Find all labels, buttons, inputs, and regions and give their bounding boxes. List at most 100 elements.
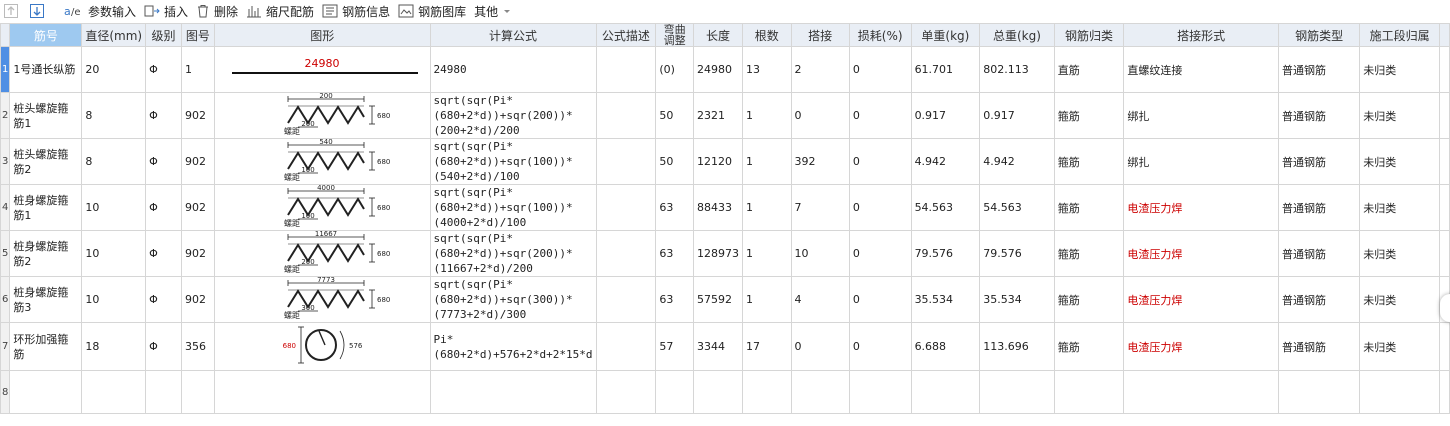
cell-empty[interactable]: [213, 370, 431, 414]
cell-lap-type[interactable]: 直螺纹连接: [1123, 46, 1279, 93]
cell-formula-desc[interactable]: [595, 92, 657, 139]
cell-rebar-type[interactable]: 普通钢筋: [1277, 184, 1361, 231]
cell-lap-type[interactable]: 绑扎: [1123, 138, 1279, 185]
cell-grade[interactable]: Φ: [145, 138, 182, 185]
cell-formula-desc[interactable]: [595, 46, 657, 93]
cell-lap[interactable]: 392: [790, 138, 850, 185]
cell-bend-adjust[interactable]: 50: [655, 92, 694, 139]
cell-diameter[interactable]: 10: [81, 184, 147, 231]
cell-figure-no[interactable]: 1: [180, 46, 215, 93]
cell-count[interactable]: 1: [741, 138, 792, 185]
col-header-grade[interactable]: 级别: [145, 23, 182, 47]
row-number[interactable]: 6: [0, 276, 11, 323]
cell-length[interactable]: 24980: [692, 46, 743, 93]
cell-category[interactable]: 箍筋: [1053, 276, 1125, 323]
cell-unit-weight[interactable]: 4.942: [910, 138, 981, 185]
cell-figure-no[interactable]: 902: [180, 92, 215, 139]
row-number[interactable]: 8: [0, 370, 11, 414]
cell-stage[interactable]: 未归类: [1359, 276, 1440, 323]
col-header-count[interactable]: 根数: [741, 23, 792, 47]
cell-empty[interactable]: [1359, 370, 1440, 414]
param-input-button[interactable]: a/e 参数输入: [60, 0, 140, 22]
cell-rebar-type[interactable]: 普通钢筋: [1277, 46, 1361, 93]
cell-loss[interactable]: 0: [848, 230, 912, 277]
delete-button[interactable]: 删除: [192, 0, 242, 22]
cell-bend-adjust[interactable]: 57: [655, 322, 694, 371]
cell-count[interactable]: 1: [741, 184, 792, 231]
cell-unit-weight[interactable]: 6.688: [910, 322, 981, 371]
row-number[interactable]: 5: [0, 230, 11, 277]
cell-diameter[interactable]: 10: [81, 230, 147, 277]
cell-bend-adjust[interactable]: 63: [655, 230, 694, 277]
cell-rebar-type[interactable]: 普通钢筋: [1277, 138, 1361, 185]
cell-formula[interactable]: sqrt(sqr(Pi*(680+2*d))+sqr(100))*(4000+2…: [429, 184, 597, 231]
col-header-loss[interactable]: 损耗(%): [848, 23, 912, 47]
cell-formula-desc[interactable]: [595, 138, 657, 185]
cell-count[interactable]: 1: [741, 92, 792, 139]
cell-loss[interactable]: 0: [848, 184, 912, 231]
cell-diameter[interactable]: 8: [81, 138, 147, 185]
cell-total-weight[interactable]: 113.696: [979, 322, 1055, 371]
cell-bar-name[interactable]: 桩身螺旋箍筋1: [9, 184, 83, 231]
cell-stage[interactable]: 未归类: [1359, 92, 1440, 139]
col-header-figure-no[interactable]: 图号: [180, 23, 215, 47]
cell-unit-weight[interactable]: 0.917: [910, 92, 981, 139]
cell-total-weight[interactable]: 35.534: [979, 276, 1055, 323]
cell-stage[interactable]: 未归类: [1359, 138, 1440, 185]
col-header-length[interactable]: 长度: [692, 23, 743, 47]
cell-length[interactable]: 12120: [692, 138, 743, 185]
cell-diameter[interactable]: 20: [81, 46, 147, 93]
cell-lap-type[interactable]: 绑扎: [1123, 92, 1279, 139]
cell-unit-weight[interactable]: 79.576: [910, 230, 981, 277]
cell-stage[interactable]: 未归类: [1359, 322, 1440, 371]
col-header-bend-adjust[interactable]: 弯曲调整: [655, 23, 694, 47]
cell-category[interactable]: 直筋: [1053, 46, 1125, 93]
cell-rebar-type[interactable]: 普通钢筋: [1277, 92, 1361, 139]
cell-shape[interactable]: 11667 680 200 螺距: [213, 230, 431, 277]
cell-total-weight[interactable]: 79.576: [979, 230, 1055, 277]
cell-lap[interactable]: 7: [790, 184, 850, 231]
cell-bend-adjust[interactable]: 63: [655, 184, 694, 231]
cell-count[interactable]: 1: [741, 276, 792, 323]
cell-lap[interactable]: 0: [790, 322, 850, 371]
move-down-button[interactable]: [26, 0, 52, 22]
cell-empty[interactable]: [848, 370, 912, 414]
cell-loss[interactable]: 0: [848, 138, 912, 185]
table-row[interactable]: 2 桩头螺旋箍筋1 8 Φ 902 200 680 200 螺距 sqrt(sq…: [0, 92, 1450, 139]
cell-bend-adjust[interactable]: 50: [655, 138, 694, 185]
cell-bar-name[interactable]: 桩身螺旋箍筋2: [9, 230, 83, 277]
cell-grade[interactable]: Φ: [145, 92, 182, 139]
cell-count[interactable]: 13: [741, 46, 792, 93]
col-header-shape[interactable]: 图形: [213, 23, 431, 47]
cell-bar-name[interactable]: 环形加强箍筋: [9, 322, 83, 371]
cell-lap[interactable]: 10: [790, 230, 850, 277]
cell-bar-name[interactable]: 桩头螺旋箍筋2: [9, 138, 83, 185]
cell-category[interactable]: 箍筋: [1053, 230, 1125, 277]
cell-category[interactable]: 箍筋: [1053, 322, 1125, 371]
cell-formula-desc[interactable]: [595, 322, 657, 371]
col-header-diameter[interactable]: 直径(mm): [81, 23, 147, 47]
cell-shape[interactable]: 200 680 200 螺距: [213, 92, 431, 139]
col-header-formula[interactable]: 计算公式: [429, 23, 597, 47]
cell-stage[interactable]: 未归类: [1359, 230, 1440, 277]
cell-lap-type[interactable]: 电渣压力焊: [1123, 276, 1279, 323]
insert-button[interactable]: 插入: [140, 0, 192, 22]
row-number[interactable]: 7: [0, 322, 11, 371]
col-header-lap-type[interactable]: 搭接形式: [1123, 23, 1279, 47]
cell-count[interactable]: 17: [741, 322, 792, 371]
table-row[interactable]: 1 1号通长纵筋 20 Φ 1 24980 24980 (0) 24980 13…: [0, 46, 1450, 93]
cell-lap-type[interactable]: 电渣压力焊: [1123, 230, 1279, 277]
cell-bend-adjust[interactable]: 63: [655, 276, 694, 323]
cell-length[interactable]: 128973: [692, 230, 743, 277]
cell-total-weight[interactable]: 802.113: [979, 46, 1055, 93]
table-row[interactable]: 6 桩身螺旋箍筋3 10 Φ 902 7773 680 300 螺距 sqrt(…: [0, 276, 1450, 323]
cell-length[interactable]: 88433: [692, 184, 743, 231]
cell-rebar-type[interactable]: 普通钢筋: [1277, 322, 1361, 371]
cell-diameter[interactable]: 10: [81, 276, 147, 323]
cell-formula[interactable]: sqrt(sqr(Pi*(680+2*d))+sqr(200))*(11667+…: [429, 230, 597, 277]
cell-formula[interactable]: sqrt(sqr(Pi*(680+2*d))+sqr(200))*(200+2*…: [429, 92, 597, 139]
cell-figure-no[interactable]: 902: [180, 184, 215, 231]
cell-empty[interactable]: [1053, 370, 1125, 414]
cell-empty[interactable]: [9, 370, 83, 414]
cell-grade[interactable]: Φ: [145, 46, 182, 93]
